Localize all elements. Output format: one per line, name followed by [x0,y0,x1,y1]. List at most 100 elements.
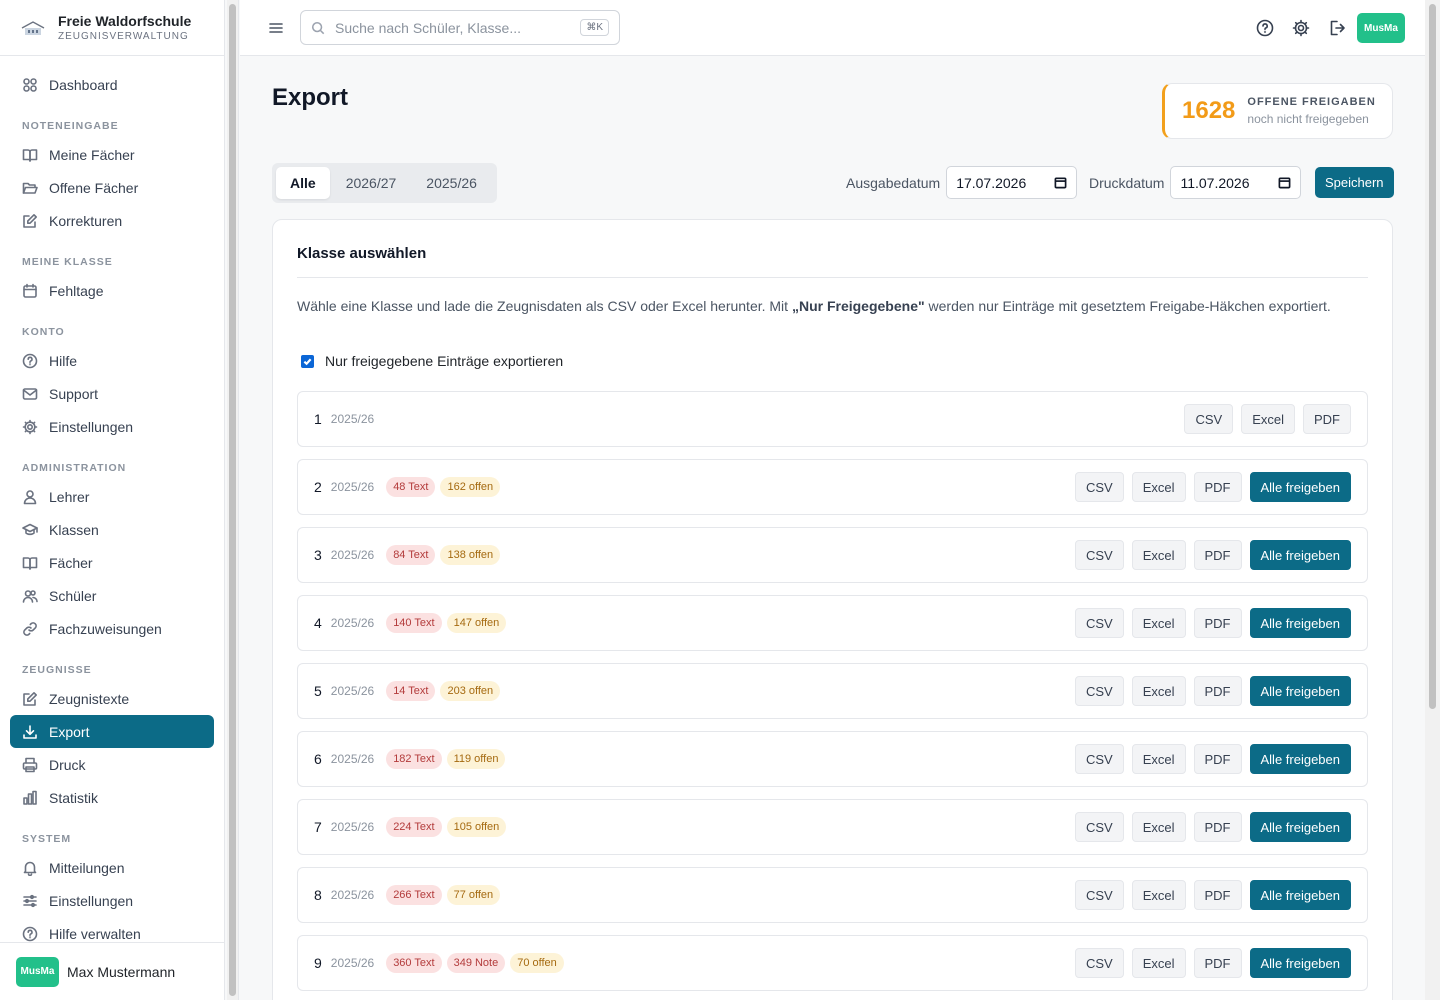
csv-button[interactable]: CSV [1074,608,1124,638]
csv-button[interactable]: CSV [1074,676,1124,706]
sidebar-item-lehrer[interactable]: Lehrer [10,480,214,513]
sidebar-scrollbar[interactable] [227,0,239,1000]
csv-button[interactable]: CSV [1074,540,1124,570]
pdf-button[interactable]: PDF [1193,948,1242,978]
tab-alle[interactable]: Alle [276,167,330,199]
sidebar-item-offene-faecher[interactable]: Offene Fächer [10,171,214,204]
sidebar-item-meine-faecher[interactable]: Meine Fächer [10,138,214,171]
open-count-badge: 70 offen [510,953,564,973]
excel-button[interactable]: Excel [1131,812,1186,842]
csv-button[interactable]: CSV [1074,880,1124,910]
only-released-checkbox[interactable] [301,354,314,368]
release-all-button[interactable]: Alle freigeben [1249,676,1351,706]
open-count-badge: 203 offen [440,681,501,701]
sidebar-item-faecher[interactable]: Fächer [10,546,214,579]
pdf-button[interactable]: PDF [1303,404,1351,434]
excel-button[interactable]: Excel [1131,744,1186,774]
sidebar-item-zeugnistexte[interactable]: Zeugnistexte [10,682,214,715]
class-year: 2025/26 [330,480,375,494]
sidebar: Freie Waldorfschule ZEUGNISVERWALTUNG Da… [0,0,225,1000]
brand[interactable]: Freie Waldorfschule ZEUGNISVERWALTUNG [0,0,224,56]
sidebar-item-label: Dashboard [49,76,118,93]
excel-button[interactable]: Excel [1131,608,1186,638]
release-all-button[interactable]: Alle freigeben [1249,608,1351,638]
pdf-button[interactable]: PDF [1193,676,1242,706]
link-icon [23,621,37,636]
sidebar-item-einstellungen[interactable]: Einstellungen [10,410,214,443]
logout-button[interactable] [1328,19,1346,37]
sidebar-item-statistik[interactable]: Statistik [10,781,214,814]
save-button[interactable]: Speichern [1315,167,1394,198]
open-count-badge: 77 offen [446,885,501,905]
sidebar-item-hilfe[interactable]: Hilfe [10,344,214,377]
class-year: 2025/26 [330,888,375,902]
calendar-icon [23,283,37,298]
only-released-option[interactable]: Nur freigegebene Einträge exportieren [301,353,563,369]
excel-button[interactable]: Excel [1131,540,1186,570]
help-circle-icon [22,353,38,368]
pdf-button[interactable]: PDF [1193,812,1242,842]
search-box[interactable]: ⌘K [300,10,620,45]
excel-button[interactable]: Excel [1131,948,1186,978]
sidebar-item-druck[interactable]: Druck [10,748,214,781]
pdf-button[interactable]: PDF [1193,540,1242,570]
excel-button[interactable]: Excel [1131,880,1186,910]
sidebar-item-label: Einstellungen [49,418,134,435]
pdf-button[interactable]: PDF [1193,472,1242,502]
pdf-button[interactable]: PDF [1193,608,1242,638]
excel-button[interactable]: Excel [1131,676,1186,706]
edit-icon [23,691,37,706]
user-name: Max Mustermann [67,963,176,980]
sidebar-item-schueler[interactable]: Schüler [10,579,214,612]
excel-button[interactable]: Excel [1131,472,1186,502]
csv-button[interactable]: CSV [1184,404,1234,434]
csv-button[interactable]: CSV [1074,812,1124,842]
user-icon [23,489,37,504]
row-actions: CSV Excel PDF Alle freigeben [1067,948,1351,978]
ausgabedatum-field[interactable]: 17.07.2026 [946,166,1078,199]
release-all-button[interactable]: Alle freigeben [1249,812,1351,842]
csv-button[interactable]: CSV [1074,744,1124,774]
page-scrollbar-thumb[interactable] [1429,4,1436,709]
printer-icon [22,757,38,772]
sidebar-scrollbar-thumb[interactable] [229,4,236,996]
tab-2025-26[interactable]: 2025/26 [412,167,491,199]
user-profile[interactable]: MusMa Max Mustermann [0,942,224,1000]
release-all-button[interactable]: Alle freigeben [1249,744,1351,774]
release-all-button[interactable]: Alle freigeben [1249,472,1351,502]
text-count-badge: 360 Text [386,953,442,973]
pdf-button[interactable]: PDF [1193,880,1242,910]
calendar-icon [1054,177,1067,189]
tab-2026-27[interactable]: 2026/27 [332,167,411,199]
release-all-button[interactable]: Alle freigeben [1249,948,1351,978]
csv-button[interactable]: CSV [1074,948,1124,978]
excel-button[interactable]: Excel [1241,404,1295,434]
sidebar-item-klassen[interactable]: Klassen [10,513,214,546]
page-scrollbar[interactable] [1425,0,1440,1000]
section-zeugnisse: ZEUGNISSE [22,664,92,676]
pdf-button[interactable]: PDF [1193,744,1242,774]
help-button[interactable] [1256,19,1274,37]
sidebar-item-export[interactable]: Export [10,715,214,748]
search-input[interactable] [335,19,560,36]
menu-icon[interactable] [268,20,284,36]
open-releases-count: 1628 [1182,97,1236,124]
class-number: 2 [314,479,322,495]
class-row: 6 2025/26 182 Text 119 offen CSV Excel PDF Alle… [297,731,1368,787]
sidebar-item-fehltage[interactable]: Fehltage [10,274,214,307]
settings-button[interactable] [1292,19,1310,37]
sidebar-item-mitteilungen[interactable]: Mitteilungen [10,851,214,884]
release-all-button[interactable]: Alle freigeben [1249,540,1351,570]
sidebar-item-dashboard[interactable]: Dashboard [10,68,214,101]
sidebar-item-system-einstellungen[interactable]: Einstellungen [10,884,214,917]
sidebar-item-korrekturen[interactable]: Korrekturen [10,204,214,237]
section-meine-klasse: MEINE KLASSE [22,256,113,268]
sidebar-item-support[interactable]: Support [10,377,214,410]
user-avatar-button[interactable]: MusMa [1357,13,1405,43]
csv-button[interactable]: CSV [1074,472,1124,502]
release-all-button[interactable]: Alle freigeben [1249,880,1351,910]
edit-icon [23,213,37,228]
sidebar-item-fachzuweisungen[interactable]: Fachzuweisungen [10,612,214,645]
brand-subtitle: ZEUGNISVERWALTUNG [58,31,189,42]
druckdatum-field[interactable]: 11.07.2026 [1170,166,1302,199]
